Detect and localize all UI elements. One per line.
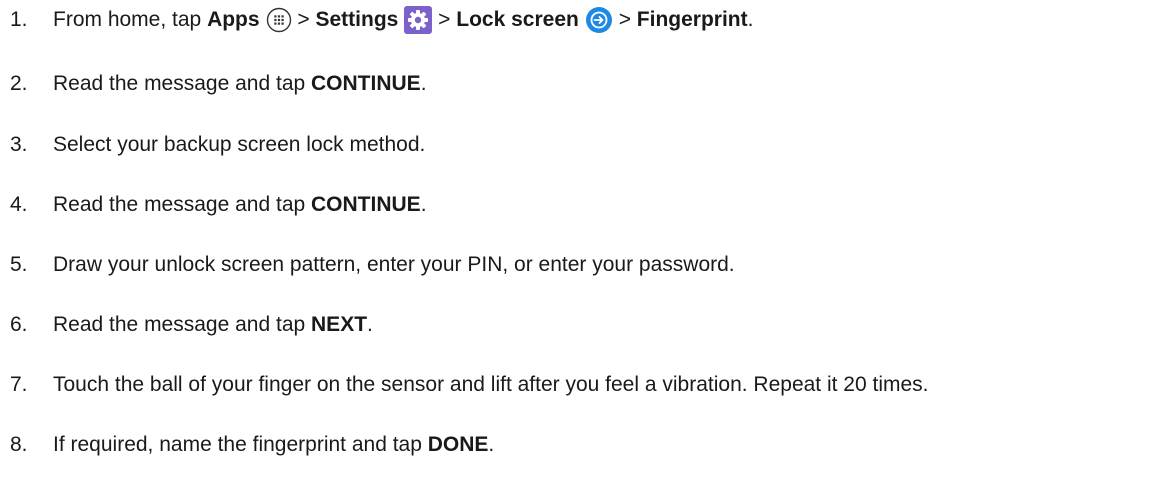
- continue-label: CONTINUE: [311, 72, 421, 95]
- step-text-part: Touch the ball of your finger on the sen…: [53, 373, 929, 396]
- step-text: Read the message and tap NEXT .: [53, 305, 373, 345]
- step-number: 5.: [10, 253, 28, 276]
- done-label: DONE: [427, 433, 489, 456]
- step-text-part: Read the message and tap: [53, 313, 312, 336]
- step-text-end: .: [420, 193, 427, 216]
- step-text: From home, tap Apps > Settings > Lock sc…: [53, 0, 753, 40]
- lock-screen-icon: [585, 6, 613, 34]
- step-text: Draw your unlock screen pattern, enter y…: [53, 245, 735, 285]
- step-text: Select your backup screen lock method.: [53, 125, 425, 165]
- next-label: NEXT: [311, 313, 368, 336]
- step-number: 2.: [10, 72, 28, 95]
- settings-label: Settings: [315, 8, 399, 31]
- step-1: 1. From home, tap Apps > Settings > Lock…: [10, 0, 753, 40]
- separator: >: [291, 8, 316, 31]
- settings-icon: [404, 6, 433, 34]
- step-6: 6. Read the message and tap NEXT .: [10, 305, 373, 345]
- fingerprint-label: Fingerprint: [636, 8, 748, 31]
- separator: >: [612, 8, 637, 31]
- lock-screen-label: Lock screen: [456, 8, 579, 31]
- step-3: 3. Select your backup screen lock method…: [10, 125, 425, 165]
- step-text-part: Read the message and tap: [53, 193, 312, 216]
- apps-label: Apps: [207, 8, 260, 31]
- continue-label: CONTINUE: [311, 193, 421, 216]
- step-text-part: Select your backup screen lock method.: [53, 133, 426, 156]
- step-number: 7.: [10, 373, 28, 396]
- step-number: 1.: [10, 8, 28, 31]
- step-5: 5. Draw your unlock screen pattern, ente…: [10, 245, 735, 285]
- step-7: 7. Touch the ball of your finger on the …: [10, 365, 929, 405]
- step-number: 3.: [10, 133, 28, 156]
- step-text: Touch the ball of your finger on the sen…: [53, 365, 929, 405]
- step-text-end: .: [488, 433, 495, 456]
- step-text-part: From home, tap: [53, 8, 208, 31]
- step-text-end: .: [367, 313, 373, 336]
- step-number: 4.: [10, 193, 28, 216]
- separator: >: [432, 8, 457, 31]
- step-text: If required, name the fingerprint and ta…: [53, 425, 494, 465]
- step-number: 8.: [10, 433, 28, 456]
- step-text-end: .: [747, 8, 754, 31]
- step-text-part: Draw your unlock screen pattern, enter y…: [53, 253, 735, 276]
- step-text: Read the message and tap CONTINUE .: [53, 64, 427, 104]
- step-text-part: Read the message and tap: [53, 72, 312, 95]
- step-number: 6.: [10, 313, 28, 336]
- step-4: 4. Read the message and tap CONTINUE .: [10, 185, 427, 225]
- step-8: 8. If required, name the fingerprint and…: [10, 425, 494, 465]
- step-text: Read the message and tap CONTINUE .: [53, 185, 427, 225]
- step-text-part: If required, name the fingerprint and ta…: [53, 433, 428, 456]
- apps-icon: [266, 7, 292, 33]
- step-2: 2. Read the message and tap CONTINUE .: [10, 64, 427, 104]
- step-text-end: .: [420, 72, 427, 95]
